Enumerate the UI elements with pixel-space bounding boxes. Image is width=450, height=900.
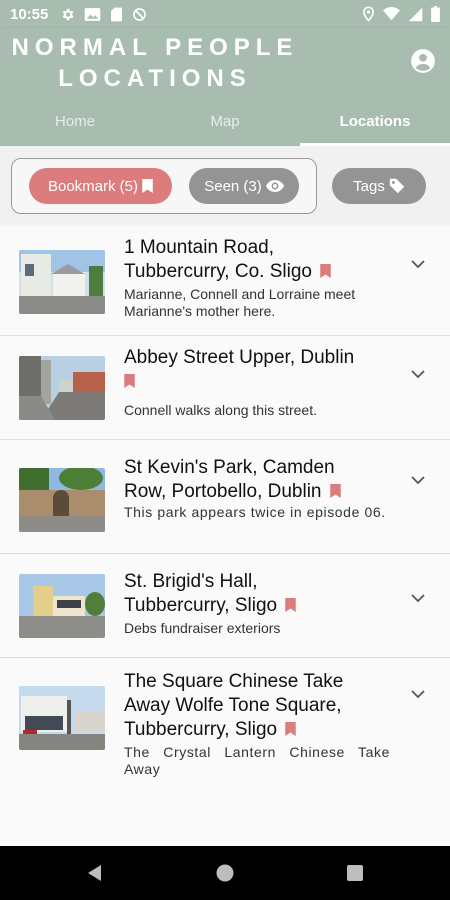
status-time: 10:55 — [10, 5, 49, 23]
location-photo — [19, 468, 105, 532]
location-item[interactable]: The Square Chinese Take Away Wolfe Tone … — [0, 658, 450, 788]
location-photo — [19, 250, 105, 314]
seen-filter-chip[interactable]: Seen (3) — [189, 168, 299, 204]
bookmark-icon — [142, 179, 153, 193]
tab-locations-label: Locations — [339, 112, 411, 130]
bookmark-icon[interactable] — [329, 484, 341, 498]
status-bar: 10:55 — [0, 0, 450, 28]
system-navigation-bar — [0, 846, 450, 900]
bookmark-icon[interactable] — [320, 264, 331, 278]
tag-icon — [389, 178, 405, 194]
home-icon[interactable] — [215, 863, 235, 883]
location-item[interactable]: St Kevin's Park, Camden Row, Portobello,… — [0, 440, 450, 554]
chevron-down-icon[interactable] — [410, 366, 426, 382]
location-photo — [19, 356, 105, 420]
bookmark-icon[interactable] — [124, 374, 135, 388]
wifi-icon — [383, 7, 400, 21]
tab-bar: Home Map Locations — [0, 96, 450, 146]
location-description: Debs fundraiser exteriors — [124, 620, 281, 636]
location-title: St Kevin's Park, Camden Row, Portobello,… — [124, 456, 379, 504]
bookmark-icon[interactable] — [285, 722, 296, 736]
chevron-down-icon[interactable] — [410, 686, 426, 702]
app-title-line-1: NORMAL PEOPLE — [11, 34, 299, 61]
location-item[interactable]: Abbey Street Upper, Dublin Connell walks… — [0, 336, 450, 440]
location-title: Abbey Street Upper, Dublin — [124, 346, 379, 394]
location-item[interactable]: 1 Mountain Road, Tubbercurry, Co. Sligo … — [0, 226, 450, 336]
sd-card-icon — [111, 7, 123, 21]
location-description: The Crystal Lantern Chinese Take Away — [124, 744, 390, 777]
back-icon[interactable] — [85, 863, 105, 883]
chevron-down-icon[interactable] — [410, 590, 426, 606]
bookmark-filter-chip[interactable]: Bookmark (5) — [29, 168, 172, 204]
tab-home-label: Home — [54, 112, 95, 130]
tab-map-label: Map — [210, 112, 240, 130]
location-thumbnail — [19, 686, 105, 750]
location-icon — [363, 6, 374, 22]
tags-filter-label: Tags — [353, 177, 385, 195]
location-title: The Square Chinese Take Away Wolfe Tone … — [124, 671, 344, 740]
locations-list: 1 Mountain Road, Tubbercurry, Co. Sligo … — [0, 226, 450, 846]
tags-filter-chip[interactable]: Tags — [332, 168, 426, 204]
app-bar: NORMAL PEOPLE LOCATIONS Home Map Locatio… — [0, 28, 450, 146]
tab-locations[interactable]: Locations — [300, 96, 450, 146]
chevron-down-icon[interactable] — [410, 472, 426, 488]
location-thumbnail — [19, 574, 105, 638]
location-title: St. Brigid's Hall, Tubbercurry, Sligo — [124, 570, 379, 618]
status-icons-right — [362, 6, 440, 22]
location-photo — [19, 686, 105, 750]
recents-icon[interactable] — [345, 863, 365, 883]
location-title: 1 Mountain Road, Tubbercurry, Co. Sligo — [124, 236, 379, 284]
eye-icon — [265, 180, 284, 192]
signal-icon — [408, 7, 423, 21]
tab-map[interactable]: Map — [150, 96, 300, 146]
account-icon[interactable] — [410, 48, 436, 74]
bookmark-filter-label: Bookmark (5) — [47, 177, 139, 195]
chevron-down-icon[interactable] — [410, 256, 426, 272]
seen-filter-label: Seen (3) — [204, 177, 262, 195]
location-thumbnail — [19, 468, 105, 532]
tab-home[interactable]: Home — [0, 96, 150, 146]
location-description: Marianne, Connell and Lorraine meet Mari… — [124, 286, 356, 319]
location-thumbnail — [19, 356, 105, 420]
status-icons-left — [60, 7, 147, 22]
no-sync-icon — [133, 7, 147, 21]
location-photo — [19, 574, 105, 638]
location-thumbnail — [19, 250, 105, 314]
location-item[interactable]: St. Brigid's Hall, Tubbercurry, Sligo De… — [0, 554, 450, 658]
app-title: NORMAL PEOPLE LOCATIONS — [0, 32, 310, 94]
gear-icon — [63, 8, 74, 20]
bookmark-icon[interactable] — [285, 598, 296, 612]
location-description: Connell walks along this street. — [124, 402, 317, 418]
app-title-line-2: LOCATIONS — [58, 65, 252, 92]
location-description: This park appears twice in episode 06. — [124, 504, 386, 520]
photo-icon — [85, 7, 101, 21]
battery-icon — [431, 6, 440, 22]
